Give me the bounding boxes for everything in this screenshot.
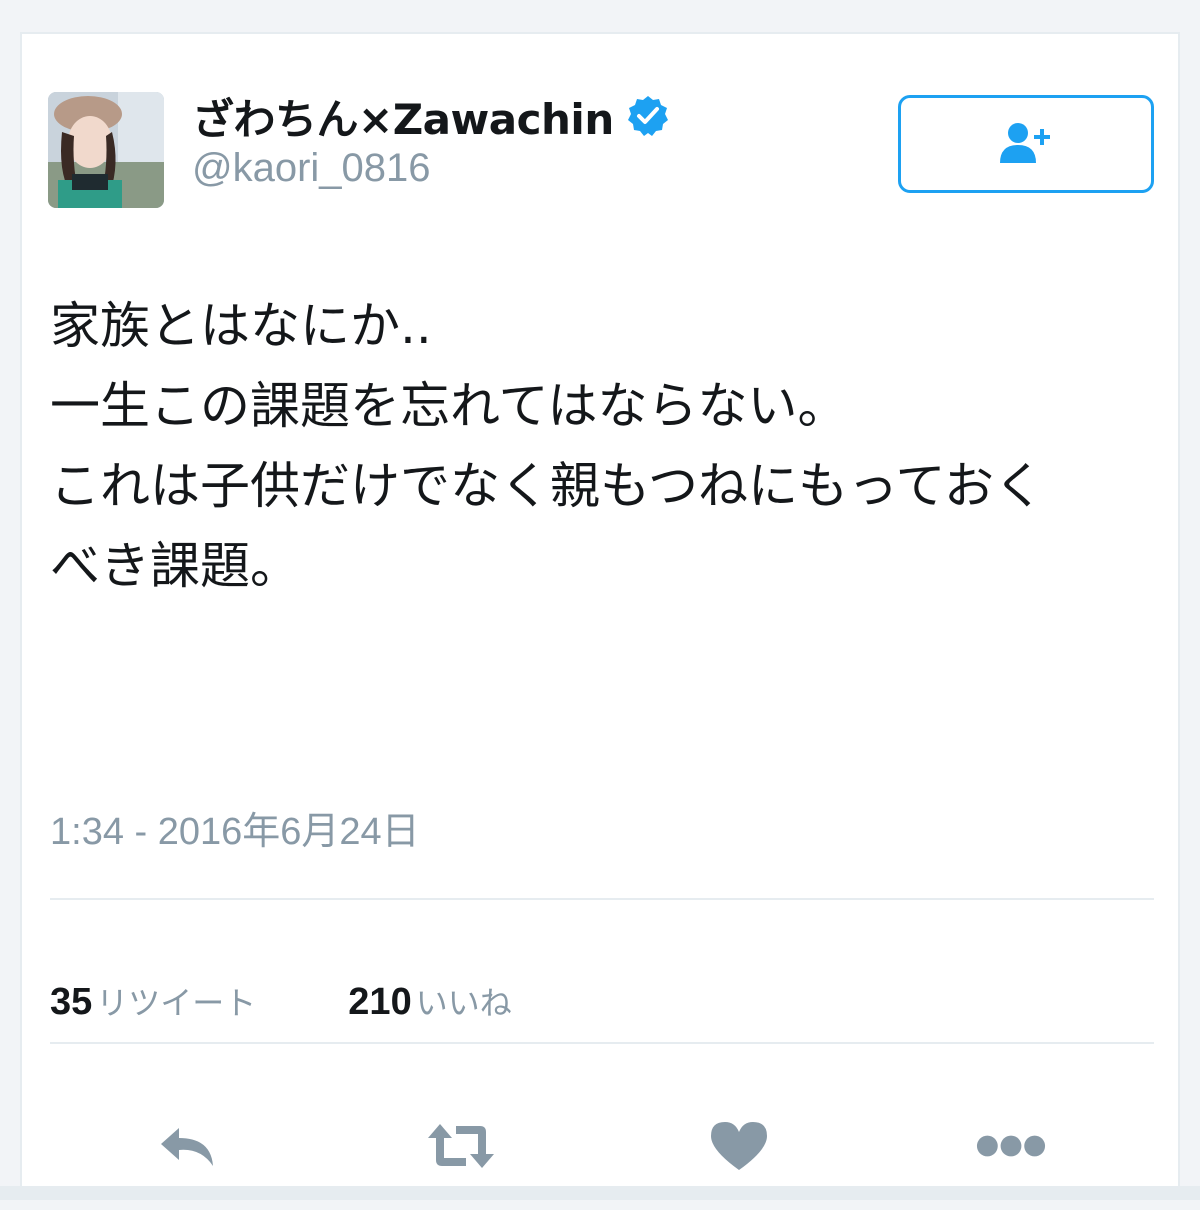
- retweet-count: 35: [50, 981, 93, 1023]
- tweet-line: べき課題。: [50, 537, 300, 595]
- tweet-timestamp[interactable]: 1:34 - 2016年6月24日: [50, 800, 420, 855]
- like-stat[interactable]: 210 いいね: [348, 978, 511, 1024]
- follow-user-icon: [1000, 123, 1050, 163]
- like-label: いいね: [415, 984, 512, 1022]
- user-name-row[interactable]: ざわちん×Zawachin: [192, 88, 670, 144]
- retweet-button[interactable]: [426, 1116, 496, 1176]
- tweet-line: 家族とはなにか..: [50, 297, 432, 355]
- retweet-stat[interactable]: 35 リツイート: [50, 978, 256, 1024]
- avatar[interactable]: [48, 92, 164, 208]
- divider: [50, 898, 1154, 900]
- reply-icon: [161, 1128, 213, 1166]
- divider: [50, 1042, 1154, 1044]
- reply-button[interactable]: [152, 1116, 222, 1176]
- tweet-line: 一生この課題を忘れてはならない。: [50, 377, 848, 435]
- display-name[interactable]: ざわちん×Zawachin: [192, 86, 614, 147]
- like-count: 210: [348, 981, 412, 1023]
- more-icon: [976, 1135, 1046, 1157]
- follow-button[interactable]: [898, 95, 1154, 193]
- like-button[interactable]: [704, 1116, 774, 1176]
- retweet-icon: [428, 1124, 494, 1168]
- tweet-line: これは子供だけでなく親もつねにもっておく: [50, 457, 1044, 515]
- user-handle[interactable]: @kaori_0816: [192, 146, 431, 191]
- tweet-stats: 35 リツイート 210 いいね: [50, 978, 512, 1034]
- retweet-label: リツイート: [96, 984, 257, 1022]
- verified-badge-icon: [627, 96, 668, 136]
- tweet-card: ざわちん×Zawachin @kaori_0816 家族とはなにか.. 一生この…: [20, 32, 1180, 1200]
- avatar-image: [48, 92, 164, 208]
- bottom-strip: [0, 1186, 1200, 1200]
- tweet-text: 家族とはなにか.. 一生この課題を忘れてはならない。 これは子供だけでなく親もつ…: [50, 286, 1160, 606]
- more-button[interactable]: [976, 1116, 1046, 1176]
- heart-icon: [711, 1122, 767, 1170]
